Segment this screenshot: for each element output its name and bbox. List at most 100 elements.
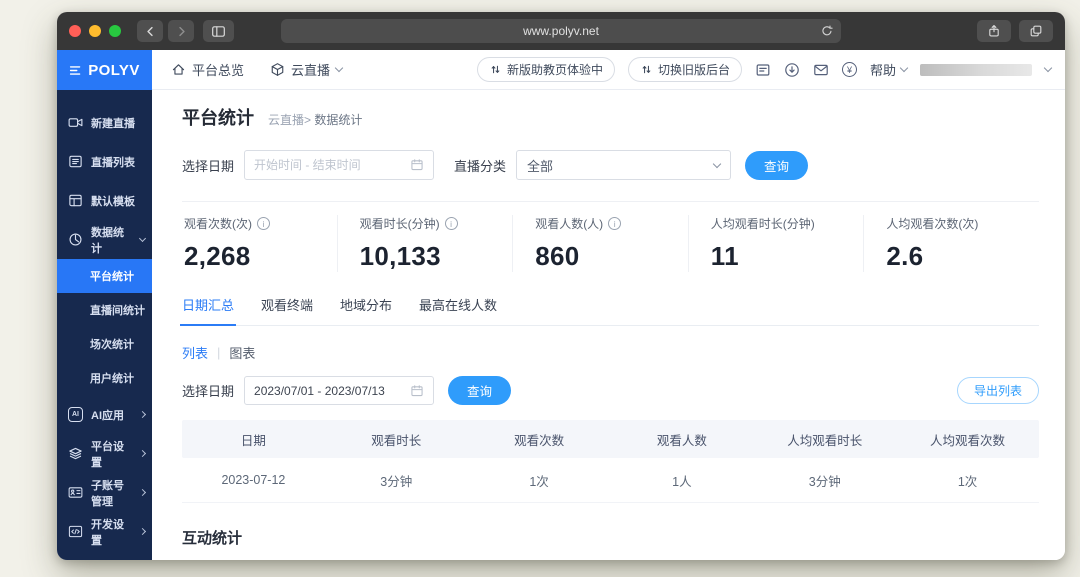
- browser-window: www.polyv.net POLYV 平台总览 云直播 新版助教页体验中 切换…: [57, 12, 1065, 560]
- sidebar-subitem-label: 直播间统计: [90, 305, 145, 317]
- back-icon: [146, 26, 153, 36]
- minimize-window-button[interactable]: [89, 25, 101, 37]
- date-range-picker[interactable]: [244, 150, 435, 180]
- close-window-button[interactable]: [69, 25, 81, 37]
- help-menu[interactable]: 帮助: [870, 60, 909, 79]
- nav-platform-overview-label: 平台总览: [192, 63, 245, 78]
- download-button[interactable]: [784, 62, 800, 78]
- forward-button[interactable]: [168, 20, 194, 42]
- chevron-right-icon: [138, 527, 147, 536]
- view-toggle-list[interactable]: 列表: [182, 343, 208, 362]
- page-title: 平台统计: [182, 108, 254, 128]
- list-date-range-picker[interactable]: [244, 376, 435, 405]
- pie-chart-icon: [69, 233, 82, 246]
- nav-cloud-live-label: 云直播: [291, 63, 331, 78]
- nav-cloud-live[interactable]: 云直播: [270, 60, 344, 79]
- logo[interactable]: POLYV: [57, 50, 152, 90]
- stat-value: 10,133: [359, 241, 441, 271]
- list-filter-row: 选择日期 查询 导出列表: [182, 376, 1039, 405]
- sidebar-item-label: 平台设置: [91, 440, 124, 469]
- ai-icon: AI: [68, 407, 83, 422]
- traffic-lights: [69, 25, 121, 37]
- sort-arrows-icon: [491, 65, 500, 74]
- cell-views: 1次: [529, 474, 549, 489]
- col-header-views: 观看次数: [514, 433, 565, 448]
- sidebar-subitem-session-statistics[interactable]: 场次统计: [57, 327, 152, 361]
- breadcrumb-parent[interactable]: 云直播: [268, 113, 304, 127]
- sidebar-item-dev-settings[interactable]: 开发设置: [57, 512, 152, 551]
- new-version-pill-button[interactable]: 新版助教页体验中: [476, 57, 615, 82]
- yen-icon: ¥: [846, 64, 852, 75]
- title-row: 平台统计 云直播> 数据统计: [182, 104, 1039, 130]
- url-bar[interactable]: www.polyv.net: [281, 19, 841, 43]
- category-select[interactable]: 全部: [516, 150, 732, 180]
- news-button[interactable]: [755, 62, 771, 78]
- stats-panel: 观看次数(次) i 2,268 观看时长(分钟) i 10,133 观看人数(人) i…: [182, 201, 1039, 272]
- sidebar-item-label: 直播列表: [91, 156, 135, 169]
- date-range-input[interactable]: [254, 158, 405, 172]
- sidebar-subitem-platform-statistics[interactable]: 平台统计: [57, 259, 152, 293]
- tab-date-summary[interactable]: 日期汇总: [179, 295, 237, 326]
- switch-old-version-pill-button[interactable]: 切换旧版后台: [627, 57, 742, 82]
- mail-icon: [814, 64, 828, 75]
- info-icon[interactable]: i: [444, 217, 458, 230]
- cell-duration: 3分钟: [380, 474, 413, 489]
- sidebar-subitem-user-statistics[interactable]: 用户统计: [57, 361, 152, 395]
- list-icon: [69, 155, 82, 168]
- sidebar-item-ai-apps[interactable]: AI AI应用: [57, 395, 152, 434]
- date-filter-label: 选择日期: [182, 384, 235, 399]
- main-content: 平台统计 云直播> 数据统计 选择日期 直播分类 全部: [152, 90, 1065, 560]
- info-icon[interactable]: i: [257, 217, 270, 230]
- stat-value: 860: [535, 241, 580, 271]
- stat-label: 人均观看时长(分钟): [710, 217, 815, 231]
- nav-platform-overview[interactable]: 平台总览: [171, 60, 244, 79]
- brand-name: POLYV: [88, 61, 140, 79]
- export-list-button[interactable]: 导出列表: [956, 377, 1039, 404]
- chevron-right-icon: [138, 488, 147, 497]
- info-icon[interactable]: i: [608, 217, 622, 230]
- user-account-name[interactable]: [920, 63, 1032, 76]
- download-icon: [785, 62, 799, 77]
- hamburger-icon: [70, 65, 81, 75]
- sidebar-item-live-list[interactable]: 直播列表: [57, 142, 152, 181]
- tab-max-online[interactable]: 最高在线人数: [419, 295, 497, 325]
- sidebar-subitem-room-statistics[interactable]: 直播间统计: [57, 293, 152, 327]
- tab-view-terminal[interactable]: 观看终端: [261, 295, 313, 325]
- sidebar-toggle-button[interactable]: [203, 20, 234, 42]
- back-button[interactable]: [137, 20, 163, 42]
- home-icon: [172, 64, 185, 75]
- url-text: www.polyv.net: [523, 24, 599, 38]
- sidebar-subitem-label: 场次统计: [90, 339, 134, 351]
- browser-nav-buttons: [137, 20, 194, 42]
- view-toggle-chart[interactable]: 图表: [229, 343, 255, 362]
- sidebar-item-data-statistics[interactable]: 数据统计: [57, 220, 152, 259]
- switch-old-version-pill-label: 切换旧版后台: [657, 63, 730, 77]
- stat-view-duration: 观看时长(分钟) i 10,133: [336, 215, 513, 272]
- list-date-range-input[interactable]: [254, 383, 405, 398]
- tab-region-distribution[interactable]: 地域分布: [340, 295, 392, 325]
- breadcrumb-separator: >: [304, 113, 312, 127]
- sidebar-item-platform-settings[interactable]: 平台设置: [57, 434, 152, 473]
- col-header-avg-duration: 人均观看时长: [787, 433, 863, 448]
- sidebar-item-subaccount-management[interactable]: 子账号管理: [57, 473, 152, 512]
- app-body: 新建直播 直播列表 默认模板 数据统计 平台统计 直播间统计 场次统计 用户统计…: [57, 90, 1065, 560]
- tabs-overview-button[interactable]: [1019, 20, 1053, 42]
- new-version-pill-label: 新版助教页体验中: [506, 63, 603, 77]
- calendar-icon: [410, 384, 424, 398]
- share-button[interactable]: [977, 20, 1011, 42]
- reload-button[interactable]: [820, 24, 834, 38]
- billing-button[interactable]: ¥: [841, 62, 857, 77]
- sidebar-item-new-live[interactable]: 新建直播: [57, 103, 152, 142]
- sidebar-item-label: AI应用: [91, 409, 124, 422]
- forward-icon: [178, 26, 185, 36]
- sidebar-item-default-template[interactable]: 默认模板: [57, 181, 152, 220]
- category-select-value: 全部: [527, 158, 554, 174]
- template-icon: [69, 194, 82, 207]
- mail-button[interactable]: [813, 62, 829, 78]
- list-query-button[interactable]: 查询: [448, 376, 512, 405]
- zoom-window-button[interactable]: [109, 25, 121, 37]
- news-icon: [756, 63, 770, 76]
- query-button[interactable]: 查询: [745, 150, 809, 180]
- chevron-down-icon: [899, 63, 909, 73]
- stat-view-count: 观看次数(次) i 2,268: [182, 215, 337, 272]
